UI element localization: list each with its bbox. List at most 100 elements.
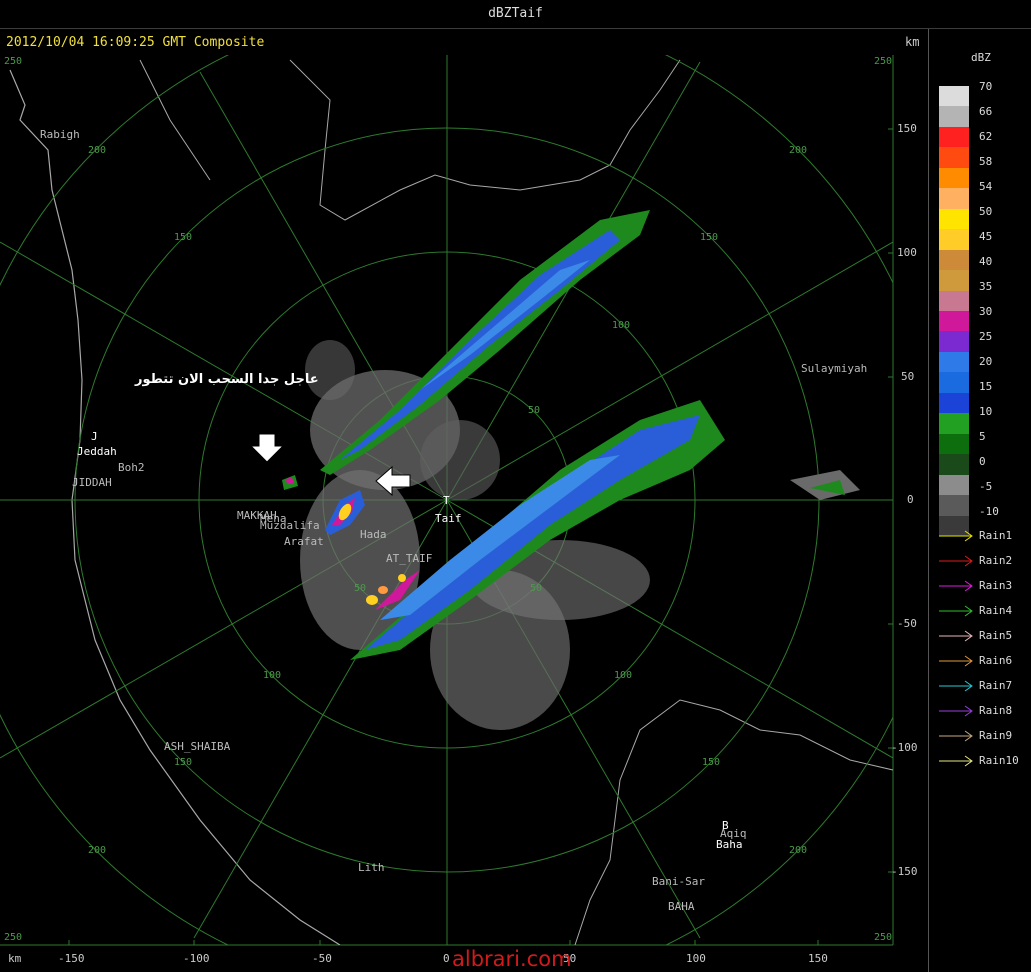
place-taif: Taif [435,512,462,525]
ring-label: 200 [88,845,107,856]
rain-legend-label: Rain4 [979,604,1013,617]
legend-value-label: 10 [979,405,993,418]
ring-label: 200 [789,845,808,856]
legend-value-label: 25 [979,330,993,343]
legend-value-label: 50 [979,205,993,218]
legend-color-cell [939,126,969,148]
ring-label: 100 [263,670,282,681]
place-bani-sar: Bani-Sar [652,875,705,888]
legend-color-cell [939,372,969,394]
legend-color-cell [939,106,969,128]
rain-legend-label: Rain8 [979,704,1013,717]
place-muzdalifa: Muzdalifa [260,519,320,532]
place-boh2: Boh2 [118,461,145,474]
dbz-legend: dBZ 70 66 62 58 54 50 45 40 35 30 25 20 15 10 5 0 -5 -10 … [929,29,1031,972]
rain-legend-label: Rain1 [979,529,1013,542]
arrow-right-icon [939,530,973,542]
legend-value-label: 30 [979,305,993,318]
x-tick-label: -100 [183,952,210,965]
ring-label: 100 [614,670,633,681]
legend-value-label: 20 [979,355,993,368]
legend-value-label: 45 [979,230,993,243]
ring-label: 200 [88,145,107,156]
y-tick-label: 150 [897,122,917,135]
rain-legend-label: Rain3 [979,579,1013,592]
legend-color-cell [939,188,969,210]
arrow-right-icon [939,730,973,742]
arrow-right-icon [939,630,973,642]
y-tick-label: 0 [907,493,914,506]
rain-legend-label: Rain5 [979,629,1013,642]
arrow-right-icon [939,555,973,567]
arrow-right-icon [939,705,973,717]
radar-map[interactable] [0,0,1031,972]
rain-legend-label: Rain6 [979,654,1013,667]
down-arrow-icon [251,433,285,463]
legend-color-cell [939,392,969,414]
corner-range-label: 250 [4,932,23,943]
ring-label: 150 [174,232,193,243]
place-baha-upper: BAHA [668,900,695,913]
x-tick-label: 150 [808,952,828,965]
legend-color-cell [939,495,969,517]
x-tick-label: -50 [312,952,332,965]
arrow-right-icon [939,605,973,617]
legend-color-cell [939,290,969,312]
place-ash-shaiba: ASH_SHAIBA [164,740,231,753]
legend-color-cell [939,86,969,107]
x-tick-label: -150 [58,952,85,965]
place-sulaymiyah: Sulaymiyah [801,362,868,375]
arrow-right-icon [939,680,973,692]
legend-color-cell [939,413,969,435]
ring-label: 200 [789,145,808,156]
legend-color-cell [939,147,969,169]
place-jiddah: JIDDAH [72,476,112,489]
place-jeddah-marker: J [91,430,98,443]
legend-value-label: -5 [979,480,993,493]
legend-value-label: 54 [979,180,993,193]
legend-title: dBZ [971,51,991,64]
rain-legend-label: Rain7 [979,679,1013,692]
legend-value-label: 35 [979,280,993,293]
ring-label: 150 [174,757,193,768]
legend-value-label: 62 [979,130,993,143]
rain-legend-label: Rain9 [979,729,1013,742]
rain-legend-label: Rain2 [979,554,1013,567]
legend-value-label: 40 [979,255,993,268]
km-unit-bottom: km [8,952,22,965]
legend-color-cell [939,474,969,496]
corner-range-label: 250 [874,932,893,943]
ring-label: 50 [354,583,367,594]
y-tick-label: -150 [891,865,918,878]
place-arafat: Arafat [284,535,324,548]
ring-label: 50 [528,405,541,416]
legend-color-cell [939,167,969,189]
legend-color-cell [939,270,969,292]
y-tick-label: -100 [891,741,918,754]
place-baha: Baha [716,838,743,851]
legend-color-cell [939,331,969,353]
arrow-right-icon [939,655,973,667]
place-hada: Hada [360,528,387,541]
legend-value-label: 5 [979,430,986,443]
rain-legend-label: Rain10 [979,754,1019,767]
ring-label: 150 [700,232,719,243]
legend-value-label: 0 [979,455,986,468]
corner-range-label: 250 [874,56,893,67]
arabic-annotation: عاجل جدا السحب الان تتطور [135,372,319,387]
y-tick-label: 50 [901,370,915,383]
legend-color-cell [939,351,969,373]
legend-color-cell [939,311,969,332]
ring-label: 50 [530,583,543,594]
corner-range-label: 250 [4,56,23,67]
place-at-taif: AT_TAIF [386,552,433,565]
y-tick-label: -50 [897,617,917,630]
ring-label: 150 [702,757,721,768]
legend-color-cell [939,454,969,476]
x-tick-label: 100 [686,952,706,965]
watermark: albrari.com [452,947,572,971]
legend-color-cell [939,249,969,271]
legend-value-label: 70 [979,80,993,93]
place-lith: Lith [358,861,385,874]
left-arrow-icon [375,465,411,497]
